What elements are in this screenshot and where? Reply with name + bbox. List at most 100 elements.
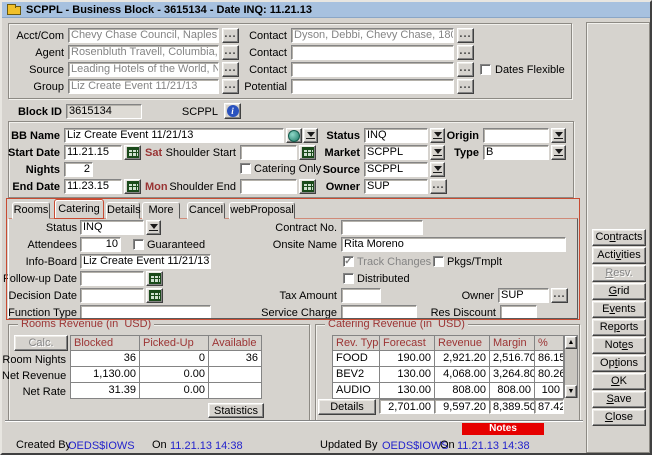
details-button[interactable]: Details [318, 399, 376, 415]
grid-button[interactable]: Grid [592, 283, 646, 300]
options-button[interactable]: Options [592, 355, 646, 372]
info-icon: i [227, 105, 239, 117]
col-revenue: Revenue [434, 335, 490, 351]
events-button[interactable]: Events [592, 301, 646, 318]
property-label: SCPPL [162, 106, 218, 119]
rev-row-pct: 100 [534, 382, 564, 399]
footer-divider [5, 420, 583, 422]
owner-label: Owner [302, 181, 360, 194]
contracts-button[interactable]: Contracts [592, 229, 646, 246]
contact2-field[interactable] [291, 45, 454, 60]
contact1-label: Contact [202, 30, 287, 43]
rev-row-revenue: 808.00 [434, 382, 490, 399]
type-dropdown-button[interactable] [551, 145, 566, 160]
tab-more[interactable]: More [142, 202, 180, 219]
status-label: Status [302, 130, 360, 143]
resv-button: Resv. [592, 265, 646, 282]
contact1-field[interactable]: Dyson, Debbi, Chevy Chase, 1800-123- [291, 28, 454, 43]
catering-revenue-title: Catering Revenue (in USD) [325, 318, 468, 330]
contact3-field[interactable] [291, 62, 454, 77]
market-label: Market [302, 147, 360, 160]
start-date-field[interactable]: 11.21.15 [64, 145, 122, 160]
col-available: Available [208, 335, 262, 351]
rev-row-forecast: 130.00 [379, 382, 435, 399]
translate-button[interactable] [286, 128, 302, 143]
created-by-value: OEDS$IOWS [68, 440, 135, 453]
block-id-field: 3615134 [66, 104, 142, 119]
tab-rooms[interactable]: Rooms [12, 202, 50, 219]
dropdown-icon [554, 149, 563, 156]
window-title: SCPPL - Business Block - 3615134 - Date … [26, 4, 312, 16]
catering-only-checkbox[interactable] [240, 163, 251, 174]
nights-field[interactable]: 2 [64, 162, 93, 177]
net-rate-picked: 0.00 [139, 382, 209, 399]
close-button[interactable]: Close [592, 409, 646, 426]
tab-catering[interactable]: Catering [54, 199, 104, 219]
bb-source-label: Source [302, 164, 360, 177]
bb-name-field[interactable]: Liz Create Event 11/21/13 [64, 128, 284, 143]
save-button[interactable]: Save [592, 391, 646, 408]
agent-label: Agent [2, 47, 64, 60]
calc-button: Calc. [14, 335, 68, 351]
type-field[interactable]: B [483, 145, 549, 160]
status-field[interactable]: INQ [364, 128, 428, 143]
statistics-button[interactable]: Statistics [208, 403, 264, 418]
origin-field[interactable] [483, 128, 549, 143]
rev-row-type: FOOD [332, 350, 380, 367]
bb-name-label: BB Name [2, 130, 60, 143]
scroll-up-icon[interactable]: ▲ [565, 336, 577, 349]
rev-row-type: BEV2 [332, 366, 380, 383]
owner-lov-button[interactable] [430, 179, 447, 194]
net-rate-available [208, 382, 262, 399]
market-field[interactable]: SCPPL [364, 145, 428, 160]
contact1-lov-button[interactable] [457, 28, 474, 43]
contact3-lov-button[interactable] [457, 62, 474, 77]
tab-details[interactable]: Details [106, 202, 140, 219]
acct-com-field[interactable]: Chevy Chase Council, Naples, [68, 28, 219, 43]
dropdown-icon [554, 132, 563, 139]
contact2-lov-button[interactable] [457, 45, 474, 60]
bb-source-dropdown-button[interactable] [430, 162, 445, 177]
net-revenue-label: Net Revenue [2, 370, 66, 383]
rev-row-pct: 80.26 [534, 366, 564, 383]
shoulder-end-field[interactable] [240, 179, 297, 194]
rev-row-revenue: 2,921.20 [434, 350, 490, 367]
shoulder-end-label: Shoulder End [132, 181, 236, 194]
source-field[interactable]: Leading Hotels of the World, Naples, [68, 62, 219, 77]
rev-row-margin: 2,516.70 [489, 350, 535, 367]
bb-source-field[interactable]: SCPPL [364, 162, 428, 177]
col-margin: Margin [489, 335, 535, 351]
ok-button[interactable]: OK [592, 373, 646, 390]
group-field[interactable]: Liz Create Event 11/21/13 [68, 79, 219, 94]
scroll-down-icon[interactable]: ▼ [565, 385, 577, 398]
updated-on-value: 11.21.13 14:38 [457, 440, 530, 453]
agent-field[interactable]: Rosenbluth Travell, Columbia, 1800-r [68, 45, 219, 60]
reports-button[interactable]: Reports [592, 319, 646, 336]
tab-cancel[interactable]: Cancel [187, 202, 225, 219]
total-forecast: 2,701.00 [379, 399, 435, 414]
type-label: Type [421, 147, 479, 160]
net-revenue-picked: 0.00 [139, 366, 209, 383]
dropdown-icon [433, 166, 442, 173]
end-date-field[interactable]: 11.23.15 [64, 179, 122, 194]
notes-badge: Notes [462, 423, 544, 435]
activities-button[interactable]: Activities [592, 247, 646, 264]
origin-dropdown-button[interactable] [551, 128, 566, 143]
total-revenue: 9,597.20 [434, 399, 490, 414]
created-on-value: 11.21.13 14:38 [170, 440, 243, 453]
window-folder-icon [7, 6, 21, 15]
dates-flexible-checkbox[interactable] [480, 64, 491, 75]
owner-field[interactable]: SUP [364, 179, 428, 194]
catering-revenue-scrollbar[interactable]: ▲ ▼ [564, 335, 578, 398]
notes-button[interactable]: Notes [592, 337, 646, 354]
rev-row-forecast: 130.00 [379, 366, 435, 383]
shoulder-start-field[interactable] [240, 145, 297, 160]
potential-field[interactable] [291, 79, 454, 94]
property-info-button[interactable]: i [224, 103, 241, 119]
updated-on-label: On [440, 439, 455, 452]
dates-flexible-label: Dates Flexible [495, 64, 565, 77]
potential-lov-button[interactable] [457, 79, 474, 94]
net-revenue-blocked: 1,130.00 [70, 366, 140, 383]
tab-webproposal[interactable]: webProposal [229, 202, 295, 219]
origin-label: Origin [421, 130, 479, 143]
